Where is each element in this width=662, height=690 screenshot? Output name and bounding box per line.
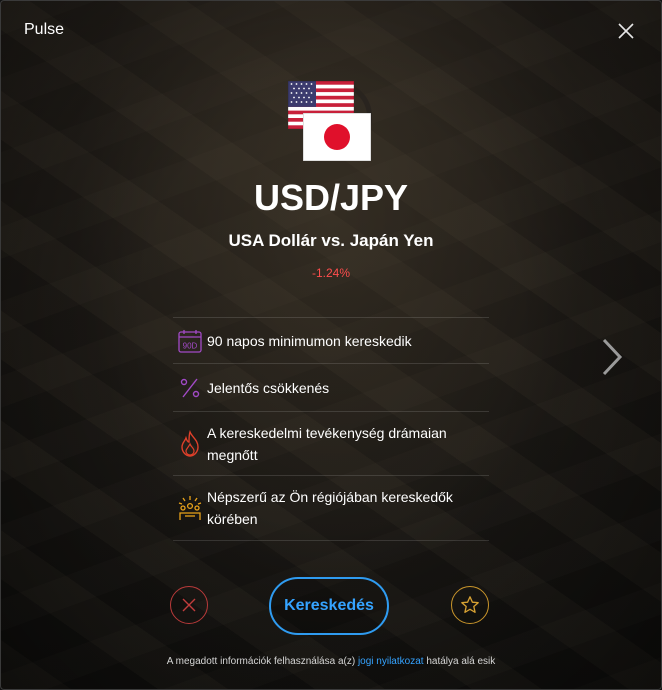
dismiss-button[interactable] bbox=[170, 586, 208, 624]
legal-notice-link[interactable]: jogi nyilatkozat bbox=[358, 656, 424, 667]
disclaimer-prefix: A megadott információk felhasználása a(z… bbox=[166, 656, 358, 667]
star-icon bbox=[461, 596, 479, 613]
list-item: A kereskedelmi tevékenység drámaian megn… bbox=[173, 411, 489, 475]
insight-list: 90D 90 napos minimumon kereskedik Jelent… bbox=[173, 317, 489, 541]
list-item: Népszerű az Ön régiójában kereskedők kör… bbox=[173, 475, 489, 541]
insight-text: 90 napos minimumon kereskedik bbox=[207, 332, 412, 349]
currency-pair-flags bbox=[286, 79, 376, 165]
calendar-label: 90D bbox=[183, 341, 198, 350]
percent-icon bbox=[180, 378, 200, 397]
insight-text: Népszerű az Ön régiójában kereskedők kör… bbox=[207, 489, 453, 527]
disclaimer: A megadott információk felhasználása a(z… bbox=[1, 656, 661, 667]
disclaimer-suffix: hatálya alá esik bbox=[423, 656, 496, 667]
currency-pair-name: USA Dollár vs. Japán Yen bbox=[228, 231, 434, 250]
favorite-button[interactable] bbox=[451, 586, 489, 624]
chevron-right-icon[interactable] bbox=[599, 337, 625, 377]
close-icon[interactable] bbox=[617, 22, 635, 40]
crowd-icon bbox=[178, 496, 202, 520]
list-item: Jelentős csökkenés bbox=[173, 363, 489, 411]
japan-flag-icon bbox=[303, 113, 371, 161]
fire-icon bbox=[181, 429, 199, 457]
list-item: 90D 90 napos minimumon kereskedik bbox=[173, 317, 489, 363]
pulse-modal: Pulse USD/JPY USA Dollár vs. Japán Yen -… bbox=[0, 0, 662, 690]
insight-text: A kereskedelmi tevékenység drámaian megn… bbox=[207, 424, 447, 463]
calendar-90d-icon: 90D bbox=[178, 329, 202, 353]
insight-text: Jelentős csökkenés bbox=[207, 379, 330, 396]
trade-button[interactable]: Kereskedés bbox=[269, 577, 389, 635]
window-title: Pulse bbox=[24, 21, 65, 38]
close-icon bbox=[182, 598, 196, 612]
currency-pair-title: USD/JPY bbox=[253, 177, 409, 218]
price-change: -1.24% bbox=[311, 266, 351, 280]
